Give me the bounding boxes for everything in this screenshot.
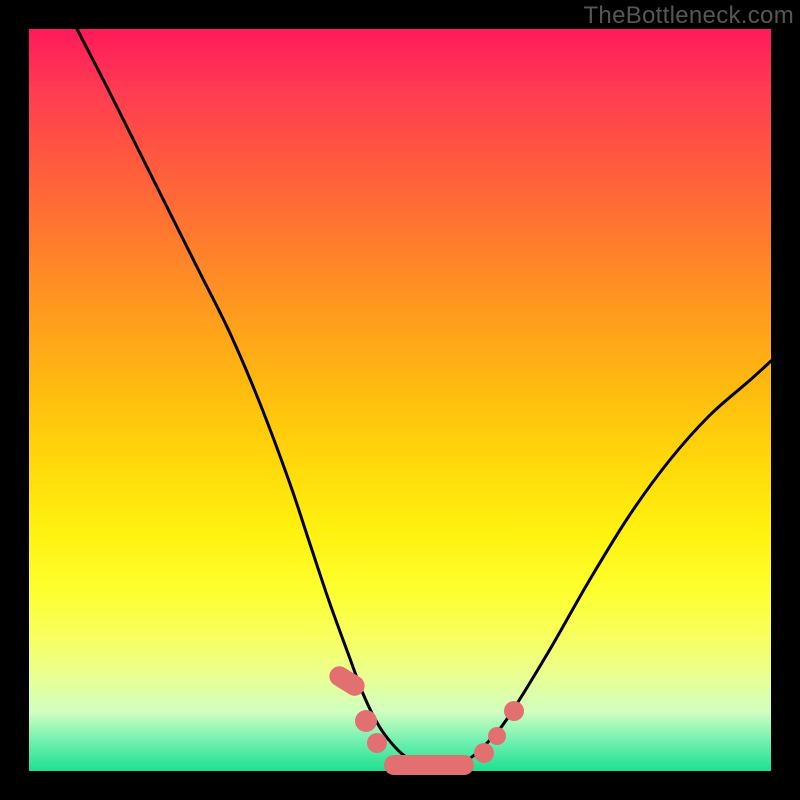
curve-line <box>77 29 771 768</box>
chart-svg <box>29 29 771 771</box>
watermark-text: TheBottleneck.com <box>583 2 794 30</box>
curve-markers <box>326 662 524 775</box>
plot-area <box>29 29 771 771</box>
marker-pill <box>384 755 474 775</box>
marker-circle <box>474 743 494 763</box>
chart-frame: TheBottleneck.com <box>0 0 800 800</box>
marker-circle <box>367 733 387 753</box>
marker-circle <box>488 727 506 745</box>
bottleneck-curve <box>77 29 771 768</box>
marker-circle <box>504 701 524 721</box>
marker-circle <box>355 710 377 732</box>
